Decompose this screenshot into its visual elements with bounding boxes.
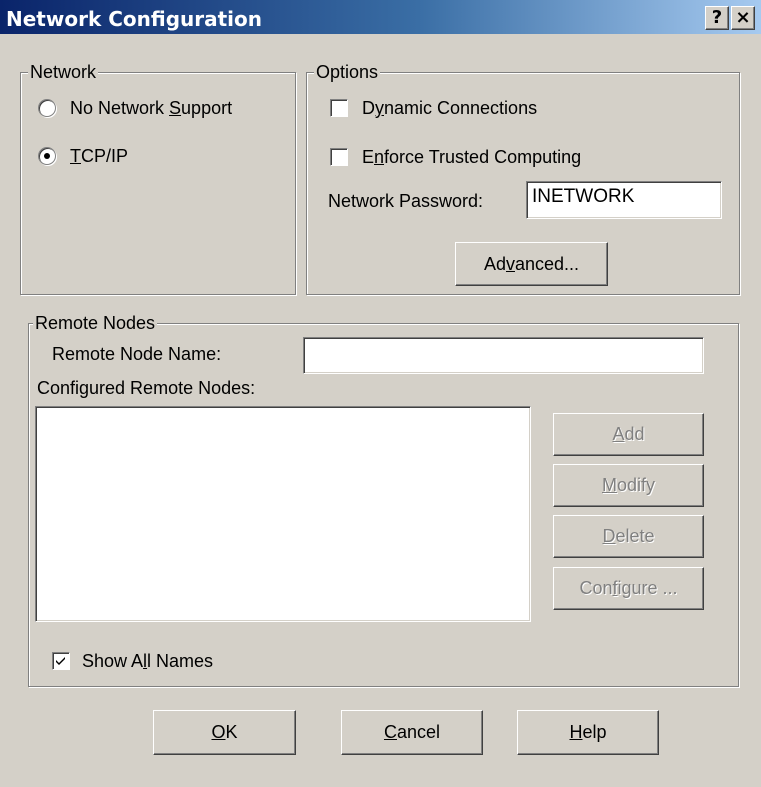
checkmark-icon [56, 657, 65, 665]
configure-button[interactable]: Con f igure ... [553, 567, 704, 610]
no-network-support-label[interactable]: No Network Support [70, 97, 232, 119]
dynamic-connections-checkbox[interactable] [330, 99, 348, 117]
enforce-trusted-checkbox[interactable] [330, 148, 348, 166]
show-all-names-checkbox[interactable] [52, 652, 70, 670]
modify-button[interactable]: Modify [553, 464, 704, 507]
cancel-button[interactable]: Cancel [341, 710, 483, 755]
close-title-button[interactable]: × [731, 6, 755, 30]
options-group-legend: Options [314, 62, 381, 82]
remote-node-name-value [304, 338, 703, 342]
advanced-button[interactable]: Ad v anced... [455, 242, 608, 286]
add-button[interactable]: Add [553, 413, 704, 456]
network-password-field[interactable]: INETWORK [526, 181, 722, 219]
remote-nodes-legend: Remote Nodes [33, 313, 158, 333]
delete-button[interactable]: Delete [553, 515, 704, 558]
tcp-ip-label[interactable]: TCP/IP [70, 145, 128, 167]
help-button[interactable]: Help [517, 710, 659, 755]
configured-remote-nodes-label: Configured Remote Nodes: [37, 378, 256, 398]
enforce-trusted-label[interactable]: Enforce Trusted Computing [362, 146, 581, 168]
ok-button[interactable]: OK [153, 710, 296, 755]
remote-node-name-label: Remote Node Name: [52, 344, 222, 364]
no-network-support-radio[interactable] [38, 99, 56, 117]
dynamic-connections-label[interactable]: Dynamic Connections [362, 97, 537, 119]
tcp-ip-radio[interactable] [38, 147, 56, 165]
window-title: Network Configuration [6, 7, 262, 31]
remote-node-name-field[interactable] [303, 337, 704, 374]
radio-dot [44, 153, 50, 159]
configured-remote-nodes-list[interactable] [35, 406, 531, 622]
network-group-legend: Network [28, 62, 99, 82]
network-password-label: Network Password: [328, 191, 484, 211]
title-bar[interactable]: Network Configuration ? × [0, 0, 761, 40]
show-all-names-label[interactable]: Show All Names [82, 650, 213, 672]
help-title-button[interactable]: ? [705, 6, 729, 30]
network-password-value: INETWORK [532, 186, 635, 207]
